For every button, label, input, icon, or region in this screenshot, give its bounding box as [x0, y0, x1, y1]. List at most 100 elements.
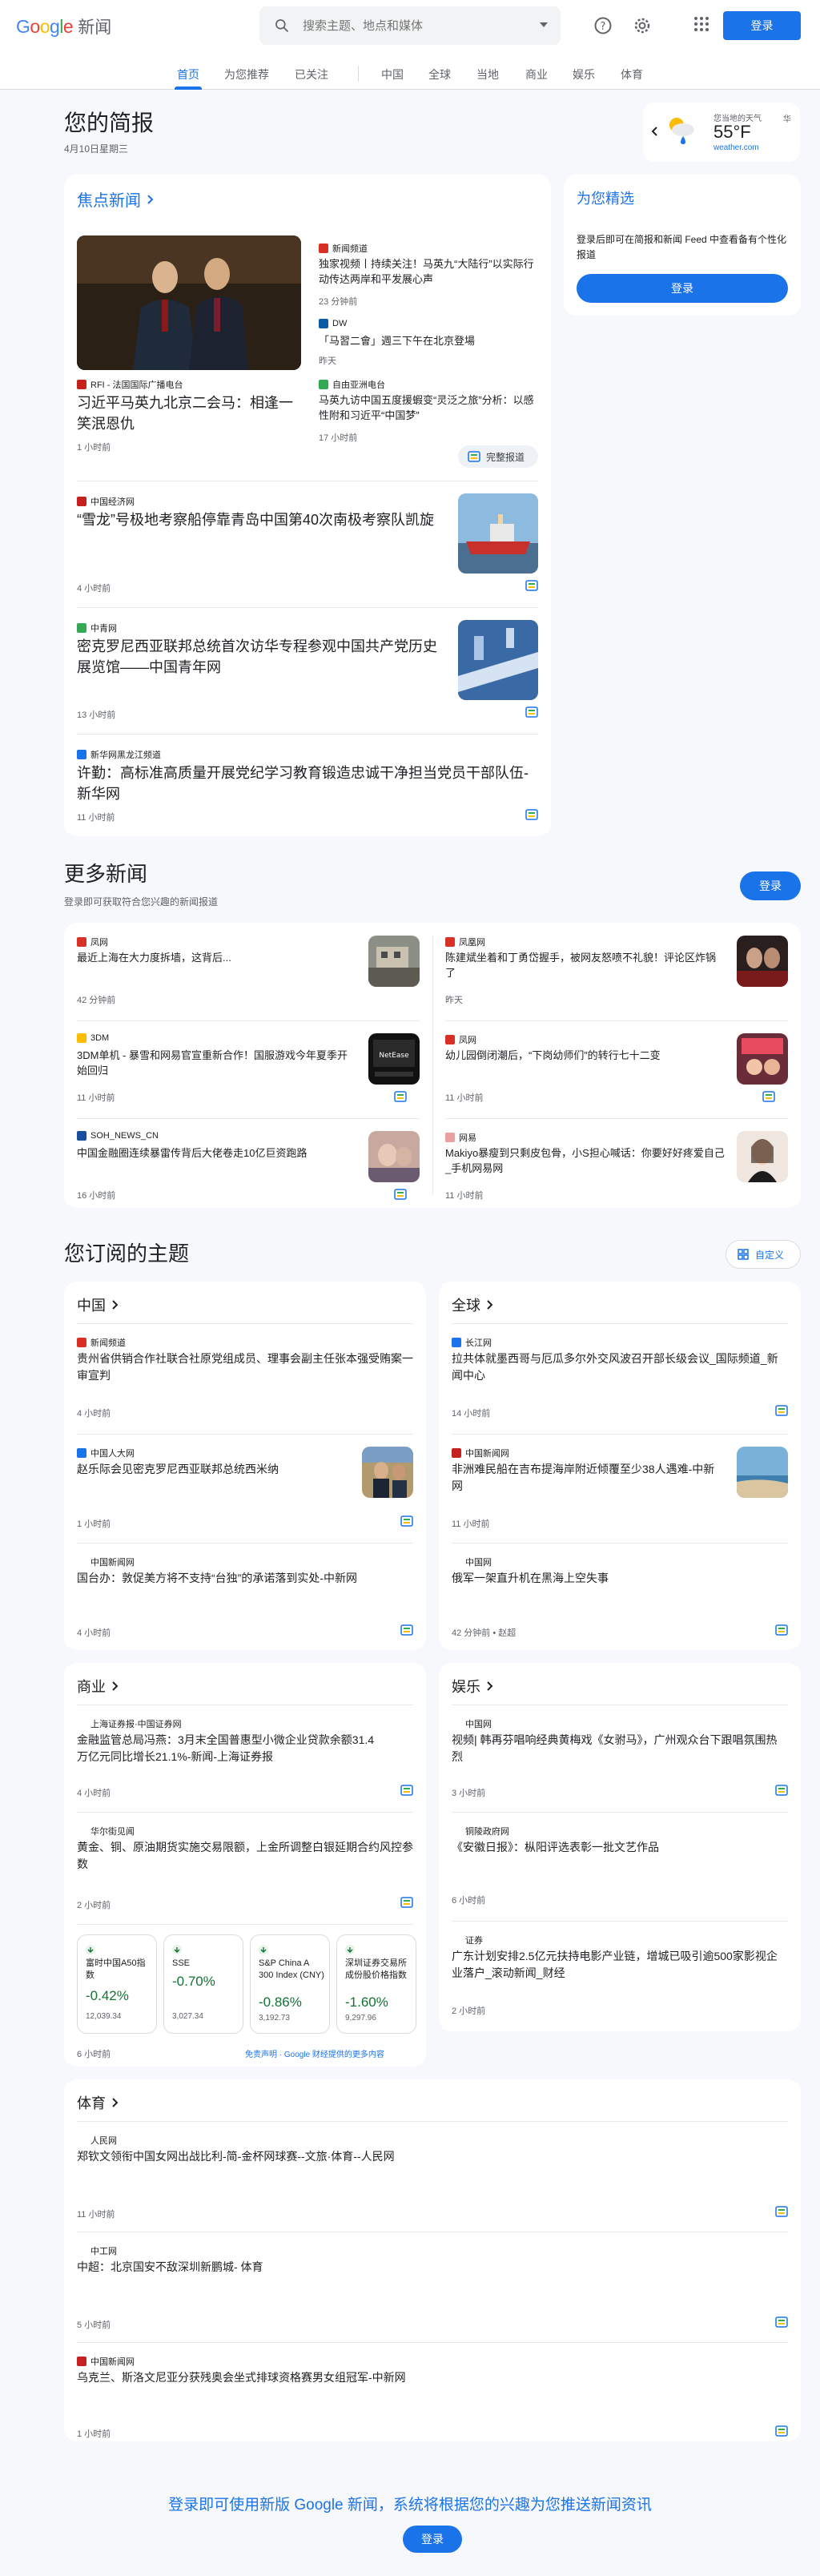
main-story-source[interactable]: RFI - 法国国际广播电台: [77, 378, 183, 391]
story-source[interactable]: 网易: [445, 1131, 476, 1144]
tab-entertainment[interactable]: 娱乐: [573, 66, 595, 83]
side-story-source[interactable]: 自由亚洲电台: [319, 378, 385, 391]
tab-sports[interactable]: 体育: [621, 66, 643, 83]
story-source[interactable]: 凤网: [77, 936, 108, 948]
tab-china[interactable]: 中国: [381, 66, 404, 83]
story-source[interactable]: 新华网黑龙江频道: [77, 748, 161, 761]
search-input[interactable]: [303, 18, 519, 33]
story-source[interactable]: SOH_NEWS_CN: [77, 1131, 159, 1141]
story-headline[interactable]: 拉共体就墨西哥与厄瓜多尔外交风波召开部长级会议_国际频道_新闻中心: [452, 1350, 788, 1384]
tab-world[interactable]: 全球: [428, 66, 451, 83]
story-source[interactable]: 中国网: [452, 1556, 492, 1568]
story-source[interactable]: 凤凰网: [445, 936, 485, 948]
story-headline[interactable]: 广东计划安排2.5亿元扶持电影产业链，增城已吸引逾500家影视企业落户_滚动新闻…: [452, 1948, 788, 1982]
tab-local[interactable]: 当地: [476, 66, 499, 83]
story-image[interactable]: [362, 1447, 413, 1498]
full-coverage-button[interactable]: 完整报道: [458, 445, 538, 468]
story-headline[interactable]: 许勤：高标准高质量开展党纪学习教育锻造忠诚干净担当党员干部队伍-新华网: [77, 763, 538, 804]
apps-grid-icon[interactable]: [693, 16, 709, 32]
side-story-source[interactable]: DW: [319, 319, 347, 328]
story-headline[interactable]: 幼儿园倒闭潮后，“下岗幼师们”的转行七十二变: [445, 1048, 726, 1063]
more-news-signin-button[interactable]: 登录: [740, 871, 801, 900]
full-coverage-icon[interactable]: [525, 809, 538, 820]
topic-title-link[interactable]: 体育: [77, 2092, 119, 2113]
story-image[interactable]: [458, 620, 538, 700]
full-coverage-icon[interactable]: [762, 1091, 775, 1102]
for-you-title[interactable]: 为您精选: [577, 187, 634, 208]
finance-disclaimer-link[interactable]: 免责声明 · Google 财经提供的更多内容: [245, 2047, 384, 2059]
story-headline[interactable]: 3DM单机 - 暴雪和网易官宣重新合作！国服游戏今年夏季开始回归: [77, 1048, 357, 1078]
story-headline[interactable]: 赵乐际会见密克罗尼西亚联邦总统西米纳: [77, 1461, 349, 1478]
story-headline[interactable]: 国台办：敦促美方将不支持“台独”的承诺落到实处-中新网: [77, 1570, 365, 1587]
story-source[interactable]: 中国网: [452, 1717, 492, 1730]
story-source[interactable]: 华尔街见闻: [77, 1825, 135, 1837]
search-icon[interactable]: [274, 18, 290, 34]
story-source[interactable]: 中国人大网: [77, 1447, 135, 1459]
story-image[interactable]: [737, 1033, 788, 1085]
story-image[interactable]: [737, 936, 788, 987]
side-story-headline[interactable]: 独家视频丨持续关注！马英九“大陆行”以实际行动传达两岸和平发展心声: [319, 256, 537, 287]
topic-title-link[interactable]: 全球: [452, 1294, 493, 1315]
help-icon[interactable]: ?: [593, 16, 613, 35]
story-source[interactable]: 中工网: [77, 2244, 117, 2257]
story-headline[interactable]: 中超：北京国安不敌深圳新鹏城- 体育: [77, 2259, 718, 2276]
story-source[interactable]: 铜陵政府网: [452, 1825, 509, 1837]
story-headline[interactable]: 乌克兰、斯洛文尼亚分获残奥会坐式排球资格赛男女组冠军-中新网: [77, 2369, 718, 2386]
market-card[interactable]: SSE -0.70% 3,027.34: [163, 1934, 243, 2034]
story-headline[interactable]: 视频| 韩再芬唱响经典黄梅戏《女驸马》，广州观众台下跟唱氛围热烈: [452, 1732, 788, 1765]
story-source[interactable]: 证券: [452, 1934, 483, 1946]
story-headline[interactable]: “雪龙”号极地考察船停靠青岛中国第40次南极考察队凯旋: [77, 509, 445, 530]
story-source[interactable]: 凤网: [445, 1033, 476, 1046]
story-image[interactable]: [458, 493, 538, 574]
main-story-headline[interactable]: 习近平马英九北京二会马：相逢一笑泯恩仇: [77, 392, 301, 434]
full-coverage-icon[interactable]: [525, 580, 538, 591]
tab-following[interactable]: 已关注: [295, 66, 328, 83]
story-source[interactable]: 人民网: [77, 2134, 117, 2147]
full-coverage-icon[interactable]: [775, 2425, 788, 2437]
full-coverage-icon[interactable]: [400, 1624, 413, 1636]
story-headline[interactable]: 郑钦文领衔中国女网出战比利-简-金杯网球赛--文旅·体育--人民网: [77, 2148, 718, 2165]
story-source[interactable]: 长江网: [452, 1336, 492, 1349]
tab-home[interactable]: 首页: [177, 66, 199, 83]
full-coverage-icon[interactable]: [400, 1785, 413, 1796]
full-coverage-icon[interactable]: [400, 1897, 413, 1908]
full-coverage-icon[interactable]: [775, 2316, 788, 2328]
sign-in-button[interactable]: 登录: [723, 11, 801, 40]
story-headline[interactable]: 俄军一架直升机在黑海上空失事: [452, 1570, 756, 1587]
full-coverage-icon[interactable]: [775, 1624, 788, 1636]
story-headline[interactable]: 非洲难民船在吉布提海岸附近倾覆至少38人遇难-中新网: [452, 1461, 724, 1495]
highlights-title-link[interactable]: 焦点新闻: [77, 187, 154, 211]
market-card[interactable]: 深圳证券交易所成份股价格指数 -1.60% 9,297.96: [336, 1934, 416, 2034]
story-source[interactable]: 中国新闻网: [452, 1447, 509, 1459]
for-you-signin-button[interactable]: 登录: [577, 274, 788, 303]
story-headline[interactable]: 最近上海在大力度拆墙，这背后...: [77, 950, 357, 965]
story-headline[interactable]: 密克罗尼西亚联邦总统首次访华专程参观中国共产党历史展览馆——中国青年网: [77, 636, 445, 678]
full-coverage-icon[interactable]: [394, 1189, 407, 1200]
weather-widget[interactable]: 您当地的天气 55°F weather.com 华: [643, 103, 800, 162]
search-dropdown-icon[interactable]: [540, 22, 548, 27]
side-story-headline[interactable]: 「马習二會」週三下午在北京登場: [319, 333, 537, 348]
tab-for-you[interactable]: 为您推荐: [224, 66, 269, 83]
settings-gear-icon[interactable]: [633, 16, 652, 35]
customize-button[interactable]: 自定义: [726, 1240, 801, 1269]
story-headline[interactable]: 贵州省供销合作社联合社原党组成员、理事会副主任张本强受贿案一审宣判: [77, 1350, 413, 1384]
market-card[interactable]: 富时中国A50指数 -0.42% 12,039.34: [77, 1934, 157, 2034]
footer-signin-button[interactable]: 登录: [403, 2526, 462, 2553]
full-coverage-icon[interactable]: [400, 1515, 413, 1527]
full-coverage-icon[interactable]: [775, 1405, 788, 1416]
chevron-left-icon[interactable]: [651, 127, 657, 136]
side-story-headline[interactable]: 马英九访中国五度援蝦变“灵泛之旅”分析：以感性附和习近平“中国梦”: [319, 392, 537, 423]
story-image[interactable]: [737, 1447, 788, 1498]
story-source[interactable]: 中国新闻网: [77, 2355, 135, 2368]
story-headline[interactable]: 中国金融圈连续暴雷传背后大佬卷走10亿巨资跑路: [77, 1145, 357, 1161]
search-box[interactable]: [259, 6, 561, 45]
story-image[interactable]: NetEase: [368, 1033, 420, 1085]
story-source[interactable]: 中青网: [77, 622, 117, 634]
story-source[interactable]: 中国经济网: [77, 495, 135, 508]
story-headline[interactable]: 《安徽日报》：枞阳评选表彰一批文艺作品: [452, 1839, 788, 1856]
story-headline[interactable]: 黄金、铜、原油期货实施交易限额，上金所调整白银延期合约风控参数: [77, 1839, 413, 1873]
story-source[interactable]: 3DM: [77, 1033, 109, 1043]
full-coverage-icon[interactable]: [775, 1785, 788, 1796]
topic-title-link[interactable]: 娱乐: [452, 1676, 493, 1697]
story-headline[interactable]: Makiyo暴瘦到只剩皮包骨，小S担心喊话：你要好好疼爱自己_手机网易网: [445, 1145, 726, 1176]
